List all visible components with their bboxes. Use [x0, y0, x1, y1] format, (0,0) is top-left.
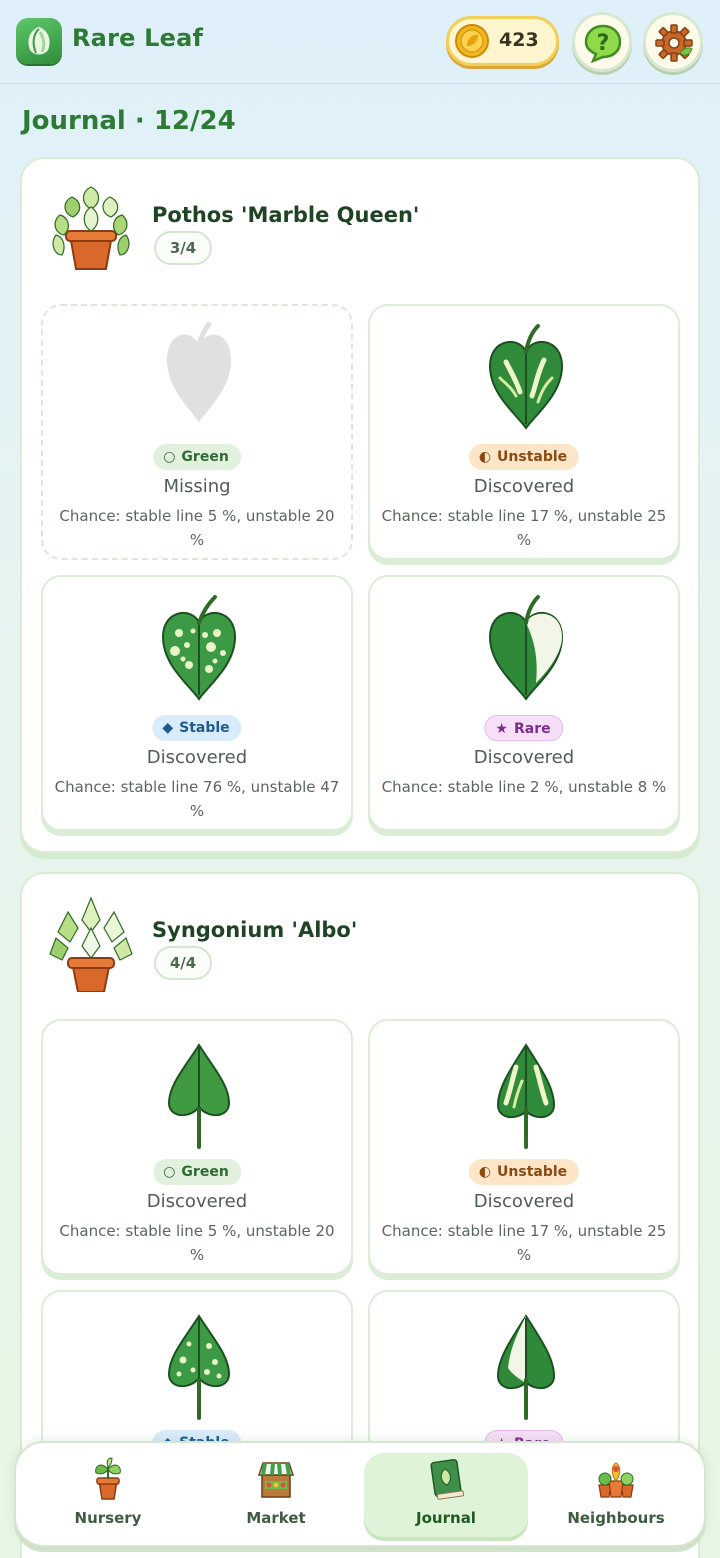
variant-card-stable[interactable]: ◆ Stable Discovered Chance: stable line 7…: [41, 575, 353, 831]
plant-name: Syngonium 'Albo': [152, 918, 358, 942]
variant-card-rare[interactable]: ★ Rare Discovered Chance: stable line 2 %…: [368, 575, 680, 831]
plant-name: Pothos 'Marble Queen': [152, 203, 420, 227]
variant-chance: Chance: stable line 17 %, unstable 25 %: [381, 1222, 667, 1264]
variegated-heart-leaf-icon: [488, 324, 564, 430]
app-header: Rare Leaf 423 ?: [0, 0, 720, 84]
variant-badge: ★Rare: [484, 715, 564, 741]
journal-title: Journal · 12/24: [22, 106, 236, 136]
app-title: Rare Leaf: [72, 24, 204, 52]
potted-syngonium-icon: [49, 896, 133, 992]
variant-badge: ◐ Unstable: [468, 1159, 580, 1185]
variegated-arrow-leaf-icon: [496, 1043, 556, 1149]
variant-chance: Chance: stable line 2 %, unstable 8 %: [381, 778, 667, 796]
coin-balance[interactable]: 423: [446, 16, 559, 66]
half-moon-heart-leaf-icon: [488, 595, 564, 701]
nav-tab-nursery[interactable]: Nursery: [26, 1453, 190, 1537]
variant-badge: ◆Stable: [152, 715, 242, 741]
variant-status: Discovered: [473, 747, 575, 768]
nav-label: Neighbours: [567, 1509, 665, 1527]
speckled-heart-leaf-icon: [161, 595, 237, 701]
coin-amount: 423: [499, 29, 539, 51]
variant-status: Missing: [163, 476, 231, 497]
discovery-progress: 4/4: [154, 946, 212, 980]
variant-card-unstable[interactable]: ◐ Unstable Discovered Chance: stable line…: [368, 1019, 680, 1275]
star-icon: ★: [495, 721, 508, 737]
variant-card-green[interactable]: ○ Green Missing Chance: stable line 5 %, …: [41, 304, 353, 560]
discovery-progress: 3/4: [154, 231, 212, 265]
potted-pothos-icon: [52, 186, 130, 270]
settings-button[interactable]: [643, 12, 703, 72]
nav-label: Market: [246, 1509, 306, 1527]
variant-chance: Chance: stable line 5 %, unstable 20 %: [59, 507, 335, 549]
nav-label: Journal: [416, 1509, 476, 1527]
svg-text:?: ?: [597, 31, 610, 56]
variant-badge: ○ Green: [153, 1159, 241, 1185]
potted-plant-icon: [95, 1457, 121, 1500]
speckled-arrow-leaf-icon: [167, 1314, 231, 1420]
arrow-leaf-icon: [167, 1043, 231, 1149]
variant-chance: Chance: stable line 5 %, unstable 20 %: [59, 1222, 335, 1264]
coin-icon: [455, 24, 489, 58]
nav-label: Nursery: [74, 1509, 142, 1527]
plant-card-pothos: Pothos 'Marble Queen' 3/4 ○ Green Missing…: [20, 157, 700, 853]
variant-status: Discovered: [473, 1191, 575, 1212]
help-icon: ?: [584, 24, 622, 63]
variant-chance: Chance: stable line 17 %, unstable 25 %: [381, 507, 667, 549]
circle-outline-icon: ○: [163, 449, 176, 465]
variant-status: Discovered: [473, 476, 575, 497]
half-moon-arrow-leaf-icon: [496, 1314, 556, 1420]
variant-card-green[interactable]: ○ Green Discovered Chance: stable line 5 …: [41, 1019, 353, 1275]
neighbours-plants-icon: [598, 1462, 634, 1498]
circle-outline-icon: ○: [163, 1164, 176, 1180]
diamond-icon: ◆: [162, 720, 174, 736]
bottom-navigation: Nursery Market Journal Neighbours: [14, 1441, 706, 1547]
help-button[interactable]: ?: [572, 12, 632, 72]
half-circle-icon: ◐: [478, 1164, 492, 1180]
nav-tab-journal[interactable]: Journal: [364, 1453, 528, 1537]
market-stall-icon: [257, 1462, 295, 1498]
variant-card-unstable[interactable]: ◐ Unstable Discovered Chance: stable line…: [368, 304, 680, 560]
variant-badge: ◐ Unstable: [468, 444, 580, 470]
nav-tab-neighbours[interactable]: Neighbours: [534, 1453, 698, 1537]
variant-status: Discovered: [146, 747, 248, 768]
missing-leaf-silhouette-icon: [167, 322, 231, 422]
gear-icon: [655, 24, 693, 62]
variant-badge: ○ Green: [153, 444, 241, 470]
journal-book-icon: [430, 1458, 465, 1500]
leaf-logo-icon: [16, 18, 62, 64]
variant-chance: Chance: stable line 76 %, unstable 47 %: [54, 778, 340, 820]
nav-tab-market[interactable]: Market: [194, 1453, 358, 1537]
half-circle-icon: ◐: [478, 449, 492, 465]
variant-status: Discovered: [146, 1191, 248, 1212]
